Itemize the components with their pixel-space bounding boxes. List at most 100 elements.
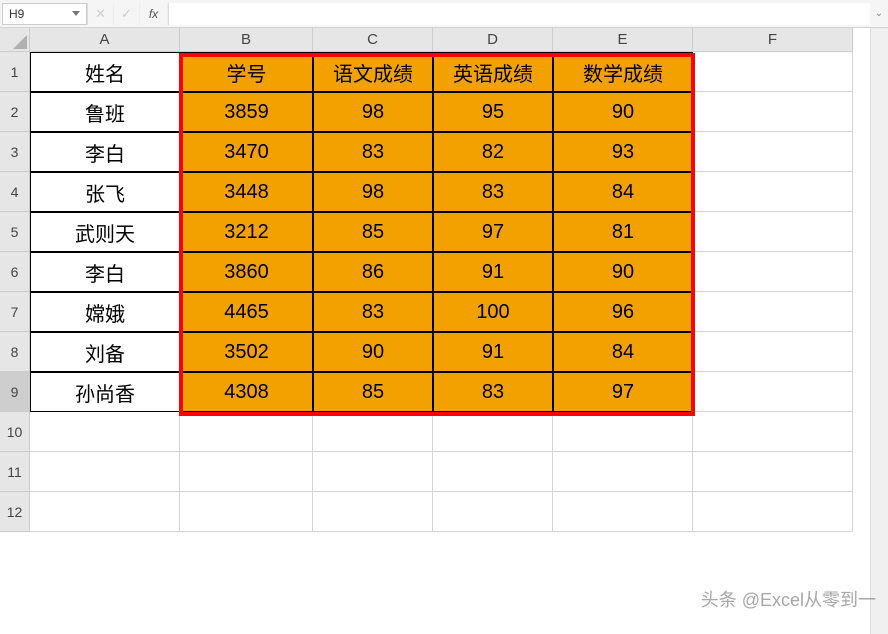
- cell-empty[interactable]: [313, 452, 433, 492]
- cell-english[interactable]: 83: [433, 172, 553, 212]
- cell-math[interactable]: 81: [553, 212, 693, 252]
- row-header-8[interactable]: 8: [0, 332, 30, 372]
- cell-math[interactable]: 84: [553, 172, 693, 212]
- row-header-5[interactable]: 5: [0, 212, 30, 252]
- row-header-6[interactable]: 6: [0, 252, 30, 292]
- cell-chinese[interactable]: 83: [313, 132, 433, 172]
- name-box[interactable]: H9: [2, 3, 87, 25]
- col-header-f[interactable]: F: [693, 28, 853, 52]
- cell-name[interactable]: 刘备: [30, 332, 180, 372]
- row-header-10[interactable]: 10: [0, 412, 30, 452]
- cell-id[interactable]: 3448: [180, 172, 313, 212]
- cell-english[interactable]: 91: [433, 252, 553, 292]
- cell-chinese[interactable]: 86: [313, 252, 433, 292]
- cell-chinese[interactable]: 85: [313, 212, 433, 252]
- cell-empty[interactable]: [433, 452, 553, 492]
- cell-english[interactable]: 100: [433, 292, 553, 332]
- cell-empty[interactable]: [693, 452, 853, 492]
- header-english[interactable]: 英语成绩: [433, 52, 553, 92]
- col-header-a[interactable]: A: [30, 28, 180, 52]
- cell-name[interactable]: 张飞: [30, 172, 180, 212]
- cell-name[interactable]: 鲁班: [30, 92, 180, 132]
- cell-id[interactable]: 3470: [180, 132, 313, 172]
- cell-empty[interactable]: [433, 492, 553, 532]
- row-header-9[interactable]: 9: [0, 372, 30, 412]
- cell-empty[interactable]: [693, 132, 853, 172]
- cell-english[interactable]: 82: [433, 132, 553, 172]
- cell-empty[interactable]: [693, 332, 853, 372]
- cell-empty[interactable]: [433, 412, 553, 452]
- cell-empty[interactable]: [180, 452, 313, 492]
- row-header-3[interactable]: 3: [0, 132, 30, 172]
- cell-empty[interactable]: [180, 412, 313, 452]
- cell-id[interactable]: 4465: [180, 292, 313, 332]
- cell-empty[interactable]: [30, 492, 180, 532]
- table-row: 7 嫦娥 4465 83 100 96: [0, 292, 888, 332]
- cell-name[interactable]: 李白: [30, 132, 180, 172]
- cell-empty[interactable]: [693, 212, 853, 252]
- cell-empty[interactable]: [693, 492, 853, 532]
- header-name[interactable]: 姓名: [30, 52, 180, 92]
- row-header-12[interactable]: 12: [0, 492, 30, 532]
- cell-empty[interactable]: [693, 292, 853, 332]
- col-header-e[interactable]: E: [553, 28, 693, 52]
- cell-empty[interactable]: [693, 412, 853, 452]
- cell-english[interactable]: 83: [433, 372, 553, 412]
- cell-empty[interactable]: [693, 172, 853, 212]
- header-chinese[interactable]: 语文成绩: [313, 52, 433, 92]
- cell-id[interactable]: 3502: [180, 332, 313, 372]
- select-all-corner[interactable]: [0, 28, 30, 52]
- cell-name[interactable]: 李白: [30, 252, 180, 292]
- formula-expand-icon[interactable]: ⌄: [870, 8, 888, 19]
- cell-id[interactable]: 4308: [180, 372, 313, 412]
- cell-id[interactable]: 3860: [180, 252, 313, 292]
- cell-id[interactable]: 3212: [180, 212, 313, 252]
- col-header-c[interactable]: C: [313, 28, 433, 52]
- cell-math[interactable]: 84: [553, 332, 693, 372]
- col-header-d[interactable]: D: [433, 28, 553, 52]
- header-math[interactable]: 数学成绩: [553, 52, 693, 92]
- cell-math[interactable]: 97: [553, 372, 693, 412]
- row-header-1[interactable]: 1: [0, 52, 30, 92]
- formula-input[interactable]: [168, 3, 870, 25]
- table-row: 5 武则天 3212 85 97 81: [0, 212, 888, 252]
- cell-chinese[interactable]: 85: [313, 372, 433, 412]
- cell-chinese[interactable]: 83: [313, 292, 433, 332]
- cell-empty[interactable]: [693, 252, 853, 292]
- cell-name[interactable]: 嫦娥: [30, 292, 180, 332]
- row-header-2[interactable]: 2: [0, 92, 30, 132]
- cell-name[interactable]: 孙尚香: [30, 372, 180, 412]
- cell-empty[interactable]: [553, 412, 693, 452]
- name-box-dropdown-icon[interactable]: [72, 11, 80, 16]
- vertical-scrollbar[interactable]: [870, 28, 888, 634]
- cell-empty[interactable]: [30, 412, 180, 452]
- cell-empty[interactable]: [30, 452, 180, 492]
- cell-english[interactable]: 97: [433, 212, 553, 252]
- cell-empty[interactable]: [313, 412, 433, 452]
- cell-english[interactable]: 91: [433, 332, 553, 372]
- cell-empty[interactable]: [313, 492, 433, 532]
- cell-chinese[interactable]: 98: [313, 172, 433, 212]
- cell-empty[interactable]: [693, 92, 853, 132]
- row-header-11[interactable]: 11: [0, 452, 30, 492]
- cell-chinese[interactable]: 90: [313, 332, 433, 372]
- cell-math[interactable]: 96: [553, 292, 693, 332]
- cell-empty[interactable]: [693, 372, 853, 412]
- formula-bar-buttons: ✕ ✓ fx: [87, 3, 168, 25]
- cell-chinese[interactable]: 98: [313, 92, 433, 132]
- fx-icon[interactable]: fx: [140, 3, 168, 25]
- cell-math[interactable]: 93: [553, 132, 693, 172]
- cell-empty[interactable]: [180, 492, 313, 532]
- cell-english[interactable]: 95: [433, 92, 553, 132]
- cell-empty[interactable]: [693, 52, 853, 92]
- cell-empty[interactable]: [553, 492, 693, 532]
- row-header-7[interactable]: 7: [0, 292, 30, 332]
- header-id[interactable]: 学号: [180, 52, 313, 92]
- cell-math[interactable]: 90: [553, 252, 693, 292]
- cell-empty[interactable]: [553, 452, 693, 492]
- cell-name[interactable]: 武则天: [30, 212, 180, 252]
- cell-id[interactable]: 3859: [180, 92, 313, 132]
- cell-math[interactable]: 90: [553, 92, 693, 132]
- row-header-4[interactable]: 4: [0, 172, 30, 212]
- col-header-b[interactable]: B: [180, 28, 313, 52]
